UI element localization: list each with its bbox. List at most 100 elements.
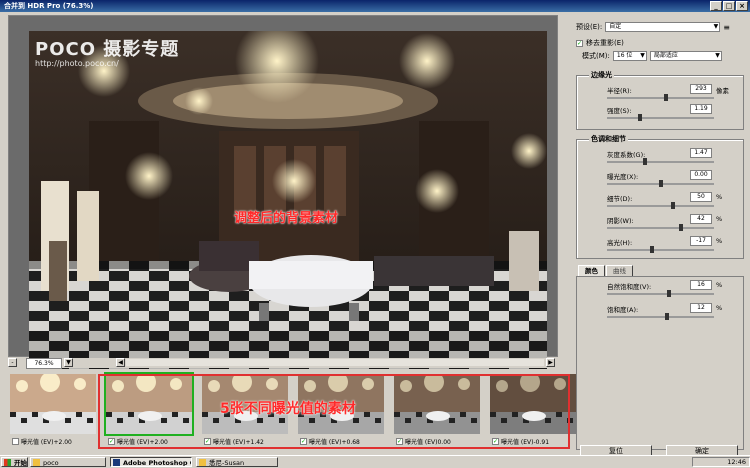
param-slider[interactable] xyxy=(607,313,714,320)
zoom-level[interactable]: 76.3% xyxy=(26,358,62,369)
mode-label: 模式(M): xyxy=(582,52,610,60)
maximize-button[interactable]: □ xyxy=(723,1,735,11)
slider-knob[interactable] xyxy=(679,224,684,231)
color-group: 自然饱和度(V): 16 % 饱和度(A): 12 % xyxy=(576,276,744,450)
param-label: 高光(H): xyxy=(607,239,633,247)
color-curve-tabs: 颜色 曲线 xyxy=(576,264,746,277)
os-taskbar: 开始 poco Adobe Photoshop CS5 悉尼-Susan 12:… xyxy=(0,455,750,468)
poco-watermark: POCO 摄影专题 http://photo.poco.cn/ xyxy=(35,35,179,68)
remove-ghosts-label: 移去重影(E) xyxy=(586,39,624,47)
taskbar-item-photoshop[interactable]: Adobe Photoshop CS5 xyxy=(110,457,192,467)
param-slider[interactable] xyxy=(607,114,714,121)
taskbar-item-susan[interactable]: 悉尼-Susan xyxy=(196,457,278,467)
close-button[interactable]: × xyxy=(736,1,748,11)
param-value[interactable]: 16 xyxy=(690,280,712,290)
photoshop-icon xyxy=(113,459,120,466)
watermark-url: http://photo.poco.cn/ xyxy=(35,59,119,68)
window-titlebar: 合并到 HDR Pro (76.3%) _ □ × xyxy=(0,0,750,12)
edge-glow-group: 边缘光 半径(R): 293 像素 强度(S): 1.19 xyxy=(576,70,744,130)
folder-icon xyxy=(199,459,206,466)
start-label: 开始 xyxy=(14,459,27,467)
slider-knob[interactable] xyxy=(666,290,671,297)
preview-area: POCO 摄影专题 http://photo.poco.cn/ 调整后的背景素材 xyxy=(8,15,558,369)
param-unit: % xyxy=(716,237,723,245)
param-slider[interactable] xyxy=(607,246,714,253)
thumbnail-scene xyxy=(10,374,96,434)
filmstrip-annotation: 5张不同曝光值的素材 xyxy=(220,401,356,417)
exposure-control: 曝光度(X): 0.00 xyxy=(577,170,737,192)
highlight-control: 高光(H): -17 % xyxy=(577,236,737,258)
param-label: 自然饱和度(V): xyxy=(607,283,652,291)
slider-knob[interactable] xyxy=(664,313,669,320)
folder-icon xyxy=(33,459,40,466)
hdr-preview-image[interactable]: POCO 摄影专题 http://photo.poco.cn/ 调整后的背景素材 xyxy=(29,31,547,369)
start-button[interactable]: 开始 xyxy=(1,457,28,467)
slider-knob[interactable] xyxy=(637,114,642,121)
zoom-menu-icon[interactable]: ▼ xyxy=(64,358,73,367)
param-value[interactable]: 42 xyxy=(690,214,712,224)
param-unit: % xyxy=(716,304,723,312)
task-label: poco xyxy=(43,459,59,467)
exposure-value-label: 曝光值 (EV)+2.00 xyxy=(21,439,72,446)
background-annotation: 调整后的背景素材 xyxy=(234,211,339,226)
strength-control: 强度(S): 1.19 xyxy=(577,104,737,126)
room-scene xyxy=(29,31,547,369)
exposure-thumbnail[interactable] xyxy=(10,374,96,434)
param-value[interactable]: 293 xyxy=(690,84,712,94)
tone-detail-group: 色调和细节 灰度系数(G): 1.47 曝光度(X): 0.00 细节(D): … xyxy=(576,134,744,259)
param-label: 饱和度(A): xyxy=(607,306,639,314)
preset-dropdown[interactable]: 自定 xyxy=(605,22,721,32)
scroll-right-icon[interactable]: ▶ xyxy=(546,358,555,367)
param-value[interactable]: 1.47 xyxy=(690,148,712,158)
windows-logo-icon xyxy=(4,459,11,466)
param-slider[interactable] xyxy=(607,290,714,297)
param-value[interactable]: 1.19 xyxy=(690,104,712,114)
param-label: 半径(R): xyxy=(607,87,632,95)
param-unit: % xyxy=(716,215,723,223)
param-unit: 像素 xyxy=(716,87,729,95)
minimize-button[interactable]: _ xyxy=(710,1,722,11)
task-label: 悉尼-Susan xyxy=(209,459,245,467)
param-value[interactable]: -17 xyxy=(690,236,712,246)
param-slider[interactable] xyxy=(607,224,714,231)
param-slider[interactable] xyxy=(607,94,714,101)
param-slider[interactable] xyxy=(607,202,714,209)
remove-ghosts-checkbox[interactable]: ✓ xyxy=(576,39,583,47)
status-bar: - 76.3% ▼ ◀ ▶ xyxy=(8,358,558,369)
slider-knob[interactable] xyxy=(670,202,675,209)
slider-knob[interactable] xyxy=(650,246,655,253)
clock: 12:46 xyxy=(727,458,746,466)
slider-knob[interactable] xyxy=(643,158,648,165)
hdr-settings-panel: 预设(E): 自定 ≡ ✓ 移去重影(E) 模式(M): 16 位 局部适应 边… xyxy=(570,15,748,450)
method-dropdown[interactable]: 局部适应 xyxy=(649,51,722,61)
param-unit: % xyxy=(716,281,723,289)
system-tray: 12:46 xyxy=(692,457,750,467)
include-checkbox[interactable] xyxy=(12,438,19,445)
param-slider[interactable] xyxy=(607,158,714,165)
horizontal-scrollbar[interactable] xyxy=(126,359,544,366)
shadow-control: 阴影(W): 42 % xyxy=(577,214,737,236)
thumbnail-caption: 曝光值 (EV)+2.00 xyxy=(12,437,72,446)
tone-detail-title: 色调和细节 xyxy=(589,134,628,144)
param-value[interactable]: 12 xyxy=(690,303,712,313)
param-unit: % xyxy=(716,193,723,201)
task-label: Adobe Photoshop CS5 xyxy=(123,459,191,467)
preset-menu-icon[interactable]: ≡ xyxy=(723,23,730,32)
watermark-brand: POCO 摄影专题 xyxy=(35,39,180,60)
param-label: 强度(S): xyxy=(607,107,632,115)
slider-knob[interactable] xyxy=(658,180,663,187)
zoom-out-icon[interactable]: - xyxy=(8,358,17,367)
slider-knob[interactable] xyxy=(663,94,668,101)
window-title: 合并到 HDR Pro (76.3%) xyxy=(4,2,94,10)
param-slider[interactable] xyxy=(607,180,714,187)
param-label: 灰度系数(G): xyxy=(607,151,646,159)
preset-label: 预设(E): xyxy=(576,23,603,31)
bit-depth-dropdown[interactable]: 16 位 xyxy=(612,51,647,61)
vibrance-control: 自然饱和度(V): 16 % xyxy=(577,280,737,302)
param-value[interactable]: 0.00 xyxy=(690,170,712,180)
scroll-left-icon[interactable]: ◀ xyxy=(116,358,125,367)
param-label: 曝光度(X): xyxy=(607,173,639,181)
taskbar-item-poco[interactable]: poco xyxy=(30,457,106,467)
edge-glow-title: 边缘光 xyxy=(589,70,614,80)
param-value[interactable]: 50 xyxy=(690,192,712,202)
